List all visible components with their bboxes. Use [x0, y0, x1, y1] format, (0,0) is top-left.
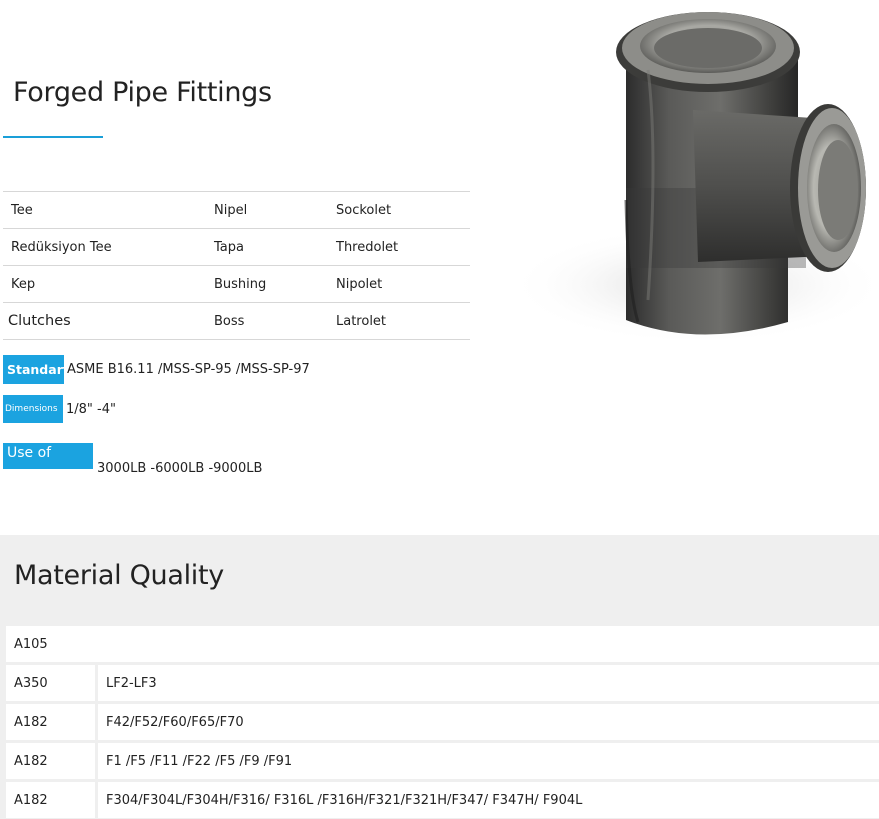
table-cell: Nipolet [328, 265, 470, 303]
title-underline [3, 136, 103, 138]
table-cell: Nipel [206, 191, 328, 229]
table-row: A182 F1 /F5 /F11 /F22 /F5 /F9 /F91 [6, 743, 879, 779]
section-title: Material Quality [14, 560, 224, 591]
table-cell: Tapa [206, 228, 328, 266]
material-quality-section: Material Quality A105 A350 LF2-LF3 A182 … [0, 535, 879, 819]
material-spec: F1 /F5 /F11 /F22 /F5 /F9 /F91 [106, 753, 293, 769]
table-cell: Tee [3, 191, 206, 229]
table-row: A350 LF2-LF3 [6, 665, 879, 701]
fittings-table: Tee Nipel Sockolet Redüksiyon Tee Tapa T… [3, 191, 470, 340]
table-row: Tee Nipel Sockolet [3, 191, 470, 229]
material-grade: A182 [14, 714, 48, 730]
spec-value-use-of: 3000LB -6000LB -9000LB [97, 461, 263, 476]
table-cell: Thredolet [328, 228, 470, 266]
material-table: A105 A350 LF2-LF3 A182 F42/F52/F60/F65/F… [6, 626, 879, 819]
table-cell: Redüksiyon Tee [3, 228, 206, 266]
table-cell: Clutches [3, 302, 206, 340]
spec-value-dimensions: 1/8" -4" [66, 401, 116, 417]
material-grade: A350 [14, 675, 48, 691]
table-cell: Bushing [206, 265, 328, 303]
product-overview: Forged Pipe Fittings Tee Nipel Sockolet … [0, 0, 879, 535]
table-cell: Kep [3, 265, 206, 303]
page-title: Forged Pipe Fittings [13, 77, 272, 108]
table-cell: Latrolet [328, 302, 470, 340]
spec-use-of: Use of 3000LB -6000LB -9000LB [3, 435, 262, 476]
material-spec: F42/F52/F60/F65/F70 [106, 714, 244, 730]
material-grade: A105 [14, 636, 48, 652]
tee-fitting-image [508, 12, 879, 345]
material-spec: LF2-LF3 [106, 675, 157, 691]
spec-standart: Standart ASME B16.11 /MSS-SP-95 /MSS-SP-… [3, 355, 310, 384]
table-row: Kep Bushing Nipolet [3, 265, 470, 303]
table-cell: Boss [206, 302, 328, 340]
spec-dimensions: Dimensions 1/8" -4" [3, 395, 116, 423]
table-row: A182 F42/F52/F60/F65/F70 [6, 704, 879, 740]
spec-label-dimensions: Dimensions [3, 395, 63, 423]
table-row: Clutches Boss Latrolet [3, 302, 470, 340]
material-grade: A182 [14, 753, 48, 769]
spec-label-use-of: Use of [3, 442, 93, 469]
table-row: Redüksiyon Tee Tapa Thredolet [3, 228, 470, 266]
table-cell: Sockolet [328, 191, 470, 229]
material-spec: F304/F304L/F304H/F316/ F316L /F316H/F321… [106, 792, 583, 808]
material-grade: A182 [14, 792, 48, 808]
spec-label-standart: Standart [3, 355, 69, 384]
table-row: A182 F304/F304L/F304H/F316/ F316L /F316H… [6, 782, 879, 818]
spec-value-standart: ASME B16.11 /MSS-SP-95 /MSS-SP-97 [67, 362, 310, 377]
table-row: A105 [6, 626, 879, 662]
